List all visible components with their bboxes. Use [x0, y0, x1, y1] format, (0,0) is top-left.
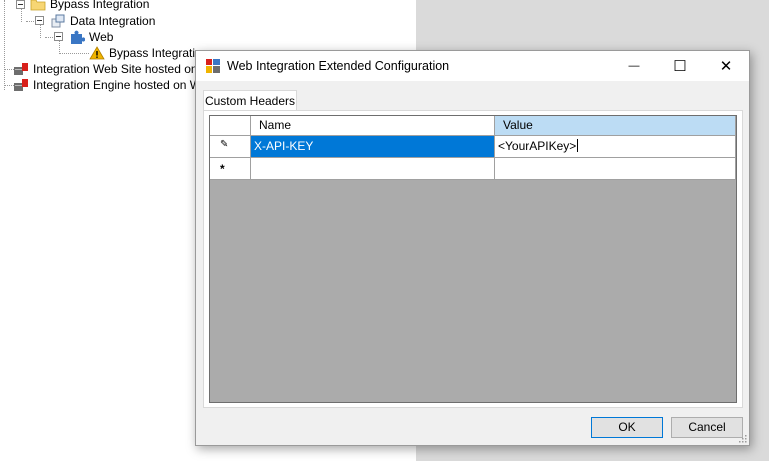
cell-value-editor[interactable]: <YourAPIKey>: [495, 136, 736, 158]
maximize-button[interactable]: ☐: [657, 51, 703, 81]
tab-custom-headers[interactable]: Custom Headers: [203, 90, 297, 112]
cell-name[interactable]: X-API-KEY: [251, 136, 495, 158]
tree-item-bypass-integration-child[interactable]: Bypass Integration: [109, 45, 208, 61]
collapse-toggle[interactable]: [54, 32, 63, 41]
cell-value-text: <YourAPIKey>: [498, 139, 577, 153]
server-error-icon: [14, 79, 28, 91]
tab-panel: Name Value ✎ X-API-KEY <YourAPIKey> *: [203, 110, 743, 408]
configuration-dialog: Web Integration Extended Configuration —…: [195, 50, 750, 446]
warning-icon: [89, 46, 105, 60]
cancel-button[interactable]: Cancel: [671, 417, 743, 438]
headers-grid[interactable]: Name Value ✎ X-API-KEY <YourAPIKey> *: [209, 115, 737, 403]
cell-name-new[interactable]: [251, 158, 495, 180]
cell-name-text: X-API-KEY: [254, 139, 314, 153]
tree-connector: [4, 0, 5, 90]
tree-item-engine[interactable]: Integration Engine hosted on WIN-: [33, 77, 217, 93]
row-header-new[interactable]: *: [210, 158, 251, 180]
resize-grip-icon[interactable]: [737, 433, 747, 443]
maximize-icon: ☐: [673, 58, 687, 75]
tree-item-data-integration[interactable]: Data Integration: [70, 13, 155, 29]
pencil-icon: ✎: [220, 139, 229, 150]
ok-button[interactable]: OK: [591, 417, 663, 438]
grid-corner-header[interactable]: [210, 116, 251, 136]
column-header-value[interactable]: Value: [495, 116, 736, 136]
app-icon: [206, 59, 220, 73]
server-error-icon: [14, 63, 28, 75]
text-caret: [577, 139, 579, 152]
row-header-editing[interactable]: ✎: [210, 136, 251, 158]
tree-connector: [59, 40, 60, 54]
cell-value-new[interactable]: [495, 158, 736, 180]
tree-connector: [21, 8, 22, 22]
tree-item-bypass-integration[interactable]: Bypass Integration: [50, 0, 149, 12]
web-puzzle-icon: [71, 30, 85, 44]
close-icon: ✕: [719, 58, 733, 75]
tree-connector: [40, 24, 41, 38]
dialog-title: Web Integration Extended Configuration: [227, 59, 450, 73]
collapse-toggle[interactable]: [35, 16, 44, 25]
new-row-icon: *: [220, 162, 225, 176]
title-bar[interactable]: Web Integration Extended Configuration —…: [196, 51, 749, 81]
folder-icon: [30, 0, 46, 11]
data-integration-icon: [51, 14, 65, 28]
tree-connector: [59, 53, 89, 54]
column-header-name[interactable]: Name: [251, 116, 495, 136]
minimize-icon: —: [628, 60, 640, 72]
close-button[interactable]: ✕: [703, 51, 749, 81]
tree-item-web[interactable]: Web: [89, 29, 113, 45]
collapse-toggle[interactable]: [16, 0, 25, 9]
tree-item-web-site[interactable]: Integration Web Site hosted on WI: [33, 61, 216, 77]
minimize-button[interactable]: —: [611, 51, 657, 81]
